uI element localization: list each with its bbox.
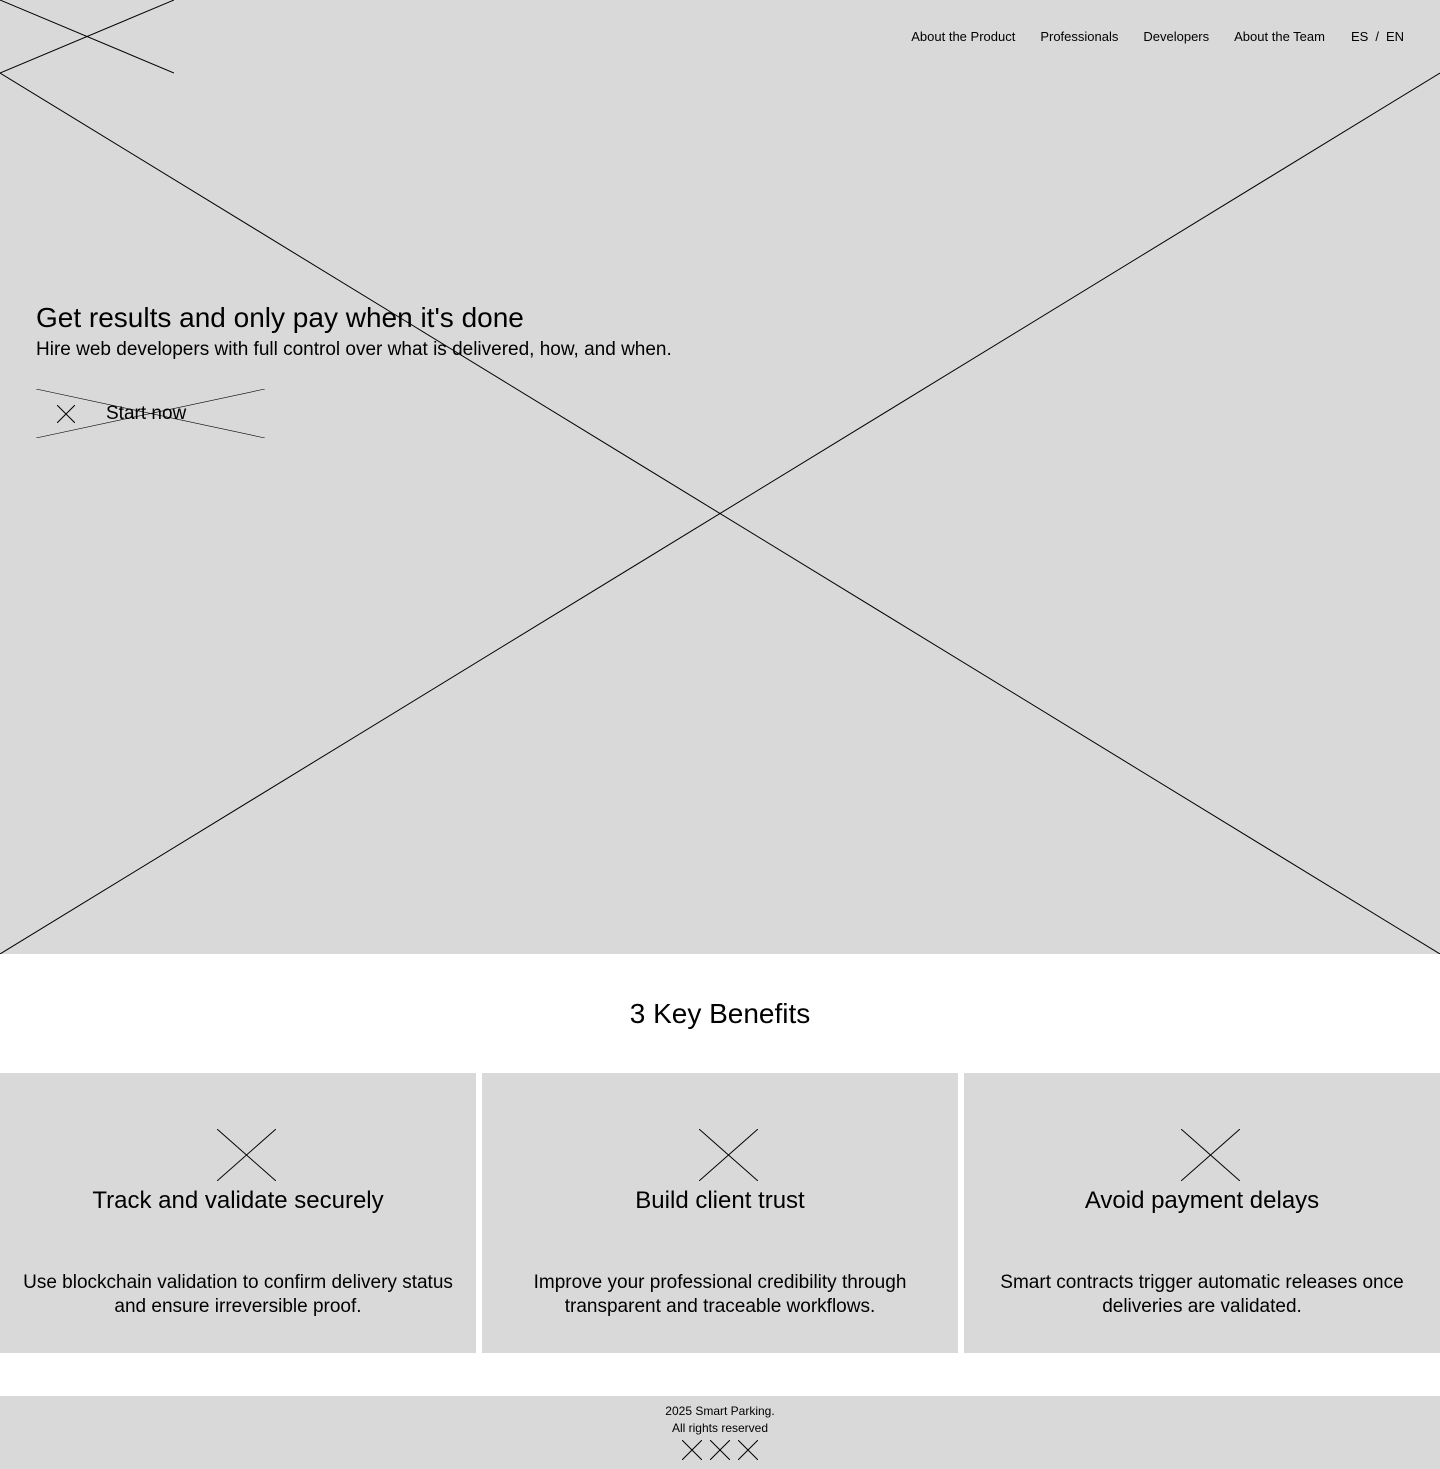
hero-section: About the Product Professionals Develope… [0, 0, 1440, 954]
benefit-card-title: Track and validate securely [92, 1187, 384, 1214]
social-icon[interactable] [737, 1439, 759, 1461]
benefit-card-text: Use blockchain validation to confirm del… [23, 1272, 453, 1317]
benefit-card-track: Track and validate securely Use blockcha… [0, 1073, 476, 1353]
benefit-card-title: Avoid payment delays [1084, 1187, 1320, 1214]
benefit-card-payment: Avoid payment delays Smart contracts tri… [964, 1073, 1440, 1353]
footer-copyright: 2025 Smart Parking. [665, 1404, 775, 1418]
nav-professionals[interactable]: Professionals [1040, 29, 1118, 45]
lang-separator: / [1375, 29, 1379, 44]
logo-placeholder-icon[interactable] [0, 0, 174, 74]
benefit-card-trust: Build client trust Improve your professi… [482, 1073, 958, 1353]
lang-en-link[interactable]: EN [1386, 29, 1404, 45]
benefit-image-placeholder-icon [699, 1129, 758, 1181]
start-now-button[interactable]: Start now [36, 389, 265, 438]
benefit-card-text: Improve your professional credibility th… [533, 1272, 907, 1317]
footer: 2025 Smart Parking. All rights reserved [0, 1396, 1440, 1469]
language-switcher: ES / EN [1351, 29, 1404, 45]
benefit-card-title: Build client trust [635, 1187, 805, 1214]
benefits-cards: Track and validate securely Use blockcha… [0, 1073, 1440, 1353]
hero-subtitle: Hire web developers with full control ov… [36, 339, 672, 360]
hero-title: Get results and only pay when it's done [36, 302, 524, 333]
nav-developers[interactable]: Developers [1143, 29, 1209, 45]
hero-image-placeholder [0, 72, 1440, 954]
footer-social-icons [681, 1439, 759, 1461]
benefit-card-text: Smart contracts trigger automatic releas… [1000, 1272, 1404, 1317]
nav-about-product[interactable]: About the Product [911, 29, 1015, 45]
start-now-label: Start now [106, 403, 187, 424]
nav-about-team[interactable]: About the Team [1234, 29, 1325, 45]
benefit-image-placeholder-icon [1181, 1129, 1240, 1181]
footer-rights: All rights reserved [671, 1421, 769, 1435]
benefit-image-placeholder-icon [217, 1129, 276, 1181]
social-icon[interactable] [709, 1439, 731, 1461]
main-nav: About the Product Professionals Develope… [911, 29, 1404, 45]
benefits-heading: 3 Key Benefits [629, 998, 811, 1029]
lang-es-link[interactable]: ES [1351, 29, 1368, 45]
social-icon[interactable] [681, 1439, 703, 1461]
close-x-icon [57, 405, 75, 423]
